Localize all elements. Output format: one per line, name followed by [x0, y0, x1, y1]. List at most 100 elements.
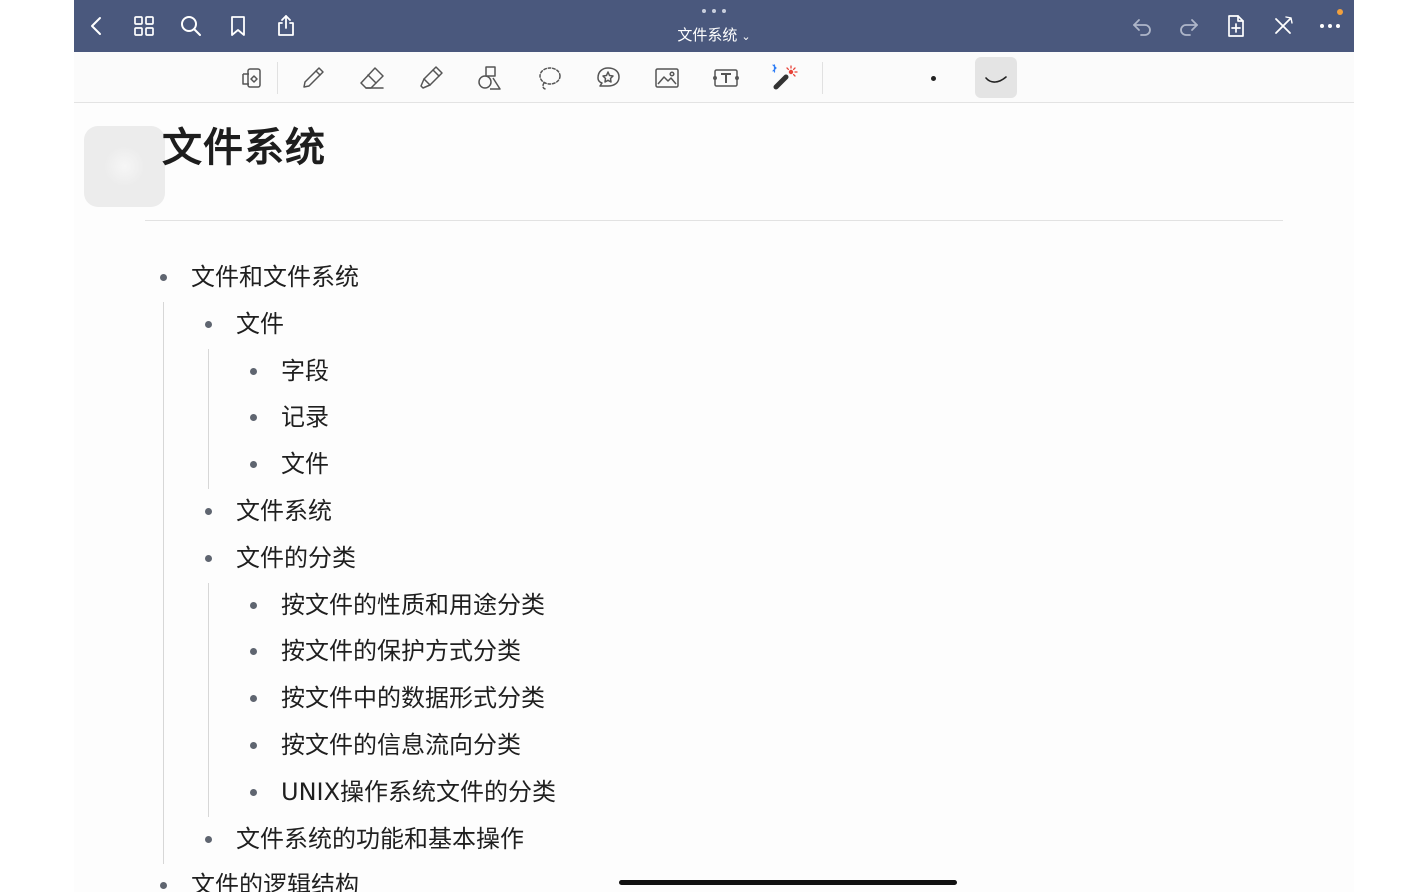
document-title-menu[interactable]: 文件系统 ⌄ — [614, 24, 814, 46]
outline-item-level-1[interactable]: 文件 — [205, 309, 284, 339]
home-indicator[interactable] — [619, 880, 957, 885]
outline-item-text[interactable]: 字段 — [281, 356, 329, 386]
outline-guide-line — [208, 583, 209, 817]
drawing-toolbar — [74, 52, 1354, 103]
laser-pointer-icon — [772, 64, 798, 90]
outline-item-text[interactable]: 文件系统的功能和基本操作 — [236, 824, 524, 854]
outline-item-level-2[interactable]: 按文件的保护方式分类 — [250, 636, 521, 666]
outline-item-level-1[interactable]: 文件系统 — [205, 496, 332, 526]
page-icon[interactable] — [84, 126, 165, 207]
more-icon — [1320, 24, 1340, 28]
outline-item-text[interactable]: 文件的逻辑结构 — [191, 870, 359, 892]
bullet-point[interactable] — [250, 647, 257, 655]
close-button[interactable] — [1265, 8, 1301, 44]
eraser-icon — [360, 67, 384, 89]
outline-item-text[interactable]: 文件的分类 — [236, 543, 356, 573]
notification-dot — [1337, 9, 1343, 15]
outline-guide-line — [163, 302, 164, 864]
document-title: 文件系统 — [677, 26, 738, 44]
bullet-point[interactable] — [250, 788, 257, 796]
outline-item-text[interactable]: 文件和文件系统 — [191, 262, 359, 292]
redo-button[interactable] — [1171, 8, 1207, 44]
back-button[interactable] — [79, 8, 115, 44]
outline-item-level-2[interactable]: 文件 — [250, 449, 329, 479]
outline-item-text[interactable]: 按文件的信息流向分类 — [281, 730, 521, 760]
undo-button[interactable] — [1124, 8, 1160, 44]
top-navigation-bar: 文件系统 ⌄ — [74, 0, 1354, 52]
outline-item-level-2[interactable]: UNIX操作系统文件的分类 — [250, 777, 556, 807]
toolbar-divider — [277, 62, 278, 94]
chevron-down-icon: ⌄ — [741, 30, 751, 43]
bullet-point[interactable] — [250, 367, 257, 375]
outline-item-level-2[interactable]: 按文件的信息流向分类 — [250, 730, 521, 760]
note-page[interactable]: 文件系统 文件和文件系统 文件 字段 记录 文件 文件系统 文件的分类 按文件的性质和用途分类… — [74, 104, 1354, 892]
tablet-mode-tool[interactable] — [235, 61, 271, 95]
image-tool[interactable] — [649, 61, 685, 95]
outline-item-level-0[interactable]: 文件的逻辑结构 — [160, 870, 359, 892]
sticker-icon — [597, 67, 620, 87]
stroke-style-option[interactable] — [975, 57, 1017, 98]
tablet-mode-icon — [242, 68, 261, 88]
bullet-point[interactable] — [205, 507, 212, 515]
outline-item-text[interactable]: 按文件的保护方式分类 — [281, 636, 521, 666]
sticker-tool[interactable] — [590, 61, 626, 95]
outline-item-level-2[interactable]: 字段 — [250, 356, 329, 386]
outline-item-level-1[interactable]: 文件的分类 — [205, 543, 356, 573]
image-icon — [655, 68, 679, 88]
highlighter-icon — [420, 66, 443, 89]
bullet-point[interactable] — [250, 601, 257, 609]
text-box-tool[interactable] — [708, 61, 744, 95]
thumbnails-button[interactable] — [126, 8, 162, 44]
lasso-icon — [539, 67, 561, 90]
grid-icon — [134, 16, 154, 36]
title-divider — [145, 220, 1283, 221]
bullet-point[interactable] — [250, 460, 257, 468]
redo-icon — [1180, 19, 1198, 36]
search-button[interactable] — [173, 8, 209, 44]
bullet-point[interactable] — [250, 413, 257, 421]
laser-pointer-tool[interactable] — [767, 61, 803, 95]
search-icon — [181, 16, 201, 36]
outline-item-text[interactable]: 文件 — [236, 309, 284, 339]
outline-item-level-2[interactable]: 记录 — [250, 402, 329, 432]
undo-icon — [1133, 19, 1151, 36]
eraser-tool[interactable] — [354, 61, 390, 95]
bullet-point[interactable] — [205, 320, 212, 328]
close-icon — [1275, 16, 1293, 34]
toolbar-divider — [822, 62, 823, 94]
bullet-point[interactable] — [160, 273, 167, 281]
text-box-icon — [713, 69, 739, 87]
notes-app-window: 文件系统 ⌄ 文件系统 文件和文件系统 文件 字段 记录 文件 文件系统 文件的… — [74, 0, 1354, 892]
window-drag-handle[interactable] — [702, 9, 726, 15]
back-icon — [91, 17, 101, 35]
bullet-point[interactable] — [160, 881, 167, 889]
outline-item-level-1[interactable]: 文件系统的功能和基本操作 — [205, 824, 524, 854]
bullet-point[interactable] — [250, 741, 257, 749]
outline-item-text[interactable]: 文件 — [281, 449, 329, 479]
outline-item-text[interactable]: 按文件中的数据形式分类 — [281, 683, 545, 713]
outline-item-text[interactable]: 记录 — [281, 402, 329, 432]
bullet-point[interactable] — [205, 835, 212, 843]
outline-item-level-0[interactable]: 文件和文件系统 — [160, 262, 359, 292]
stroke-width-option[interactable] — [931, 76, 936, 81]
add-page-button[interactable] — [1218, 8, 1254, 44]
stroke-style-icon — [985, 75, 1007, 83]
outline-item-text[interactable]: 文件系统 — [236, 496, 332, 526]
pen-icon — [303, 67, 324, 88]
outline-item-level-2[interactable]: 按文件中的数据形式分类 — [250, 683, 545, 713]
page-title: 文件系统 — [162, 125, 326, 171]
outline-item-text[interactable]: 按文件的性质和用途分类 — [281, 590, 545, 620]
outline-guide-line — [208, 349, 209, 489]
bullet-point[interactable] — [205, 554, 212, 562]
bookmark-button[interactable] — [220, 8, 256, 44]
pen-tool[interactable] — [295, 61, 331, 95]
outline-item-text[interactable]: UNIX操作系统文件的分类 — [281, 777, 556, 807]
outline-item-level-2[interactable]: 按文件的性质和用途分类 — [250, 590, 545, 620]
shapes-icon — [478, 66, 501, 90]
bullet-point[interactable] — [250, 694, 257, 702]
shapes-tool[interactable] — [472, 61, 508, 95]
lasso-tool[interactable] — [531, 61, 567, 95]
highlighter-tool[interactable] — [413, 61, 449, 95]
share-button[interactable] — [268, 8, 304, 44]
share-icon — [278, 15, 294, 36]
